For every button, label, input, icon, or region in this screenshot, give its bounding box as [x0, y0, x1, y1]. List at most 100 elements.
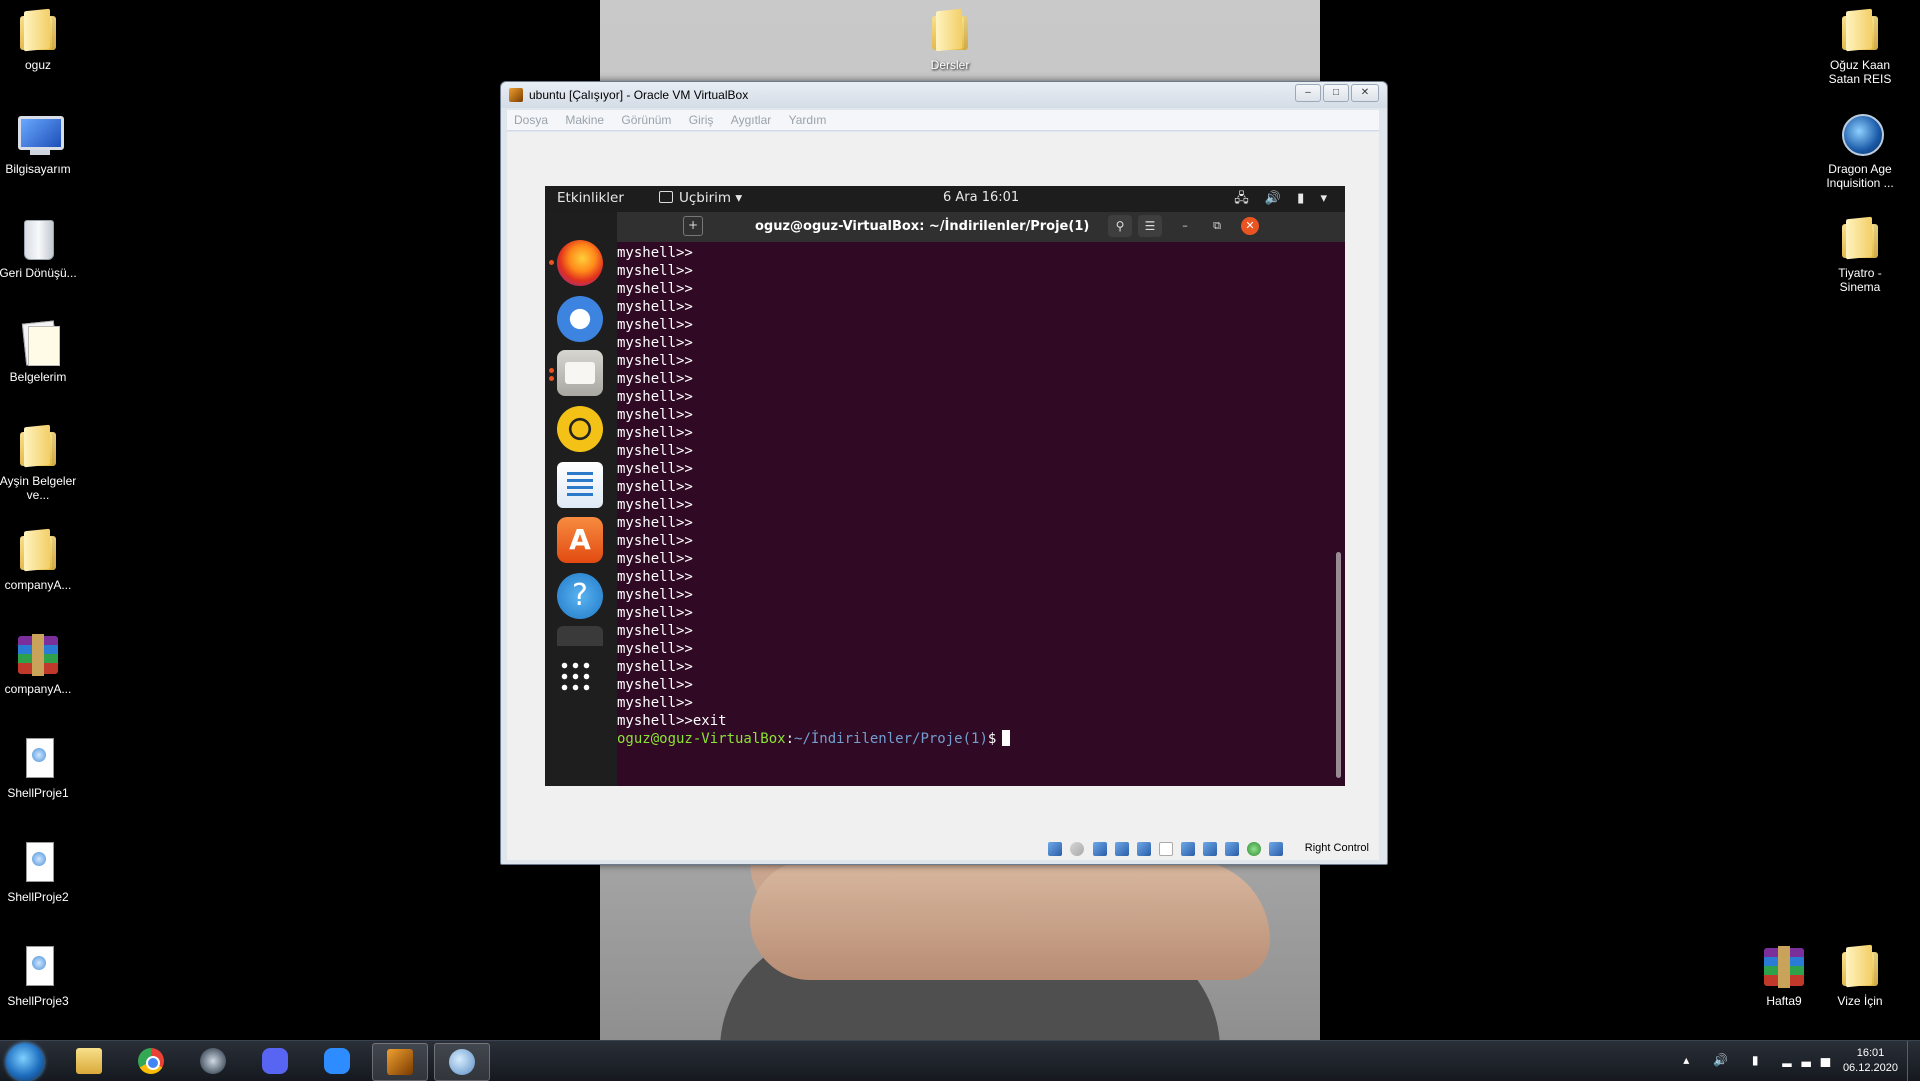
- wallpaper-arm: [750, 860, 1270, 980]
- taskbar-time: 16:01: [1856, 1047, 1885, 1059]
- desktop-icon-hafta9[interactable]: Hafta9: [1744, 942, 1824, 1008]
- window-titlebar[interactable]: ubuntu [Çalışıyor] - Oracle VM VirtualBo…: [501, 82, 1387, 108]
- terminal-line: myshell>>: [617, 587, 693, 603]
- network-icon[interactable]: [1114, 842, 1129, 856]
- mouse-integration-icon[interactable]: [1224, 842, 1239, 856]
- desktop-icon-dersler[interactable]: Dersler: [910, 6, 990, 72]
- virtualbox-icon: [387, 1049, 413, 1075]
- desktop-icon-dragon-age[interactable]: Dragon Age Inquisition ...: [1820, 110, 1900, 190]
- desktop-icon-companya-folder[interactable]: companyA...: [0, 526, 78, 592]
- window-title: ubuntu [Çalışıyor] - Oracle VM VirtualBo…: [529, 88, 749, 102]
- terminal-line: myshell>>: [617, 407, 693, 423]
- prompt-user: oguz@oguz-VirtualBox: [617, 731, 786, 747]
- host-key-label: Right Control: [1304, 842, 1369, 854]
- firefox-icon[interactable]: [557, 240, 603, 286]
- minimize-icon[interactable]: –: [1176, 217, 1194, 235]
- prompt-symbol: $: [987, 731, 997, 747]
- desktop-icon-shellproje1[interactable]: ShellProje1: [0, 734, 78, 800]
- activities-button[interactable]: Etkinlikler: [557, 190, 624, 206]
- shared-folders-icon[interactable]: [1158, 842, 1173, 856]
- host-key-icon[interactable]: [1269, 842, 1283, 856]
- menu-dosya[interactable]: Dosya: [507, 110, 555, 127]
- rhythmbox-icon[interactable]: [557, 406, 603, 452]
- terminal-line: myshell>>: [617, 569, 693, 585]
- desktop-icon-oguz-kaan[interactable]: Oğuz Kaan Satan REIS: [1820, 6, 1900, 86]
- taskbar-discord[interactable]: [248, 1043, 302, 1079]
- usb-icon[interactable]: [1136, 842, 1151, 856]
- show-applications-icon[interactable]: [559, 660, 593, 694]
- start-button[interactable]: [6, 1043, 44, 1081]
- desktop-icon-companya-archive[interactable]: companyA...: [0, 630, 78, 696]
- top-bar-clock[interactable]: 6 Ara 16:01: [943, 190, 1019, 205]
- menu-aygitlar[interactable]: Aygıtlar: [724, 110, 778, 127]
- taskbar-chrome[interactable]: [124, 1043, 178, 1079]
- storage-icon[interactable]: [1048, 842, 1063, 856]
- desktop-icon-oguz[interactable]: oguz: [0, 6, 78, 72]
- terminal-line: myshell>>: [617, 353, 693, 369]
- thunderbird-icon[interactable]: [557, 296, 603, 342]
- maximize-button[interactable]: □: [1323, 84, 1349, 102]
- cpu-activity-icon[interactable]: [1246, 842, 1261, 856]
- terminal-lines: myshell>> myshell>> myshell>> myshell>> mysh…: [617, 244, 1011, 748]
- notification-area[interactable]: ▴ 🔊 ▮ ▂▃▅: [1683, 1053, 1840, 1067]
- taskbar-clock[interactable]: 16:01 06.12.2020: [1843, 1046, 1898, 1076]
- app-menu-terminal[interactable]: Uçbirim ▾: [659, 190, 742, 206]
- folder-icon: [1836, 214, 1884, 262]
- terminal-prompt-line[interactable]: oguz@oguz-VirtualBox:~/İndirilenler/Proj…: [617, 730, 1011, 748]
- terminal-icon[interactable]: [557, 626, 603, 646]
- terminal-line: myshell>>: [617, 479, 693, 495]
- terminal-line: myshell>>: [617, 371, 693, 387]
- libreoffice-writer-icon[interactable]: [557, 462, 603, 508]
- virtualbox-window[interactable]: ubuntu [Çalışıyor] - Oracle VM VirtualBo…: [500, 81, 1388, 865]
- close-button[interactable]: ✕: [1351, 84, 1379, 102]
- minimize-button[interactable]: –: [1295, 84, 1321, 102]
- steam-icon: [200, 1048, 226, 1074]
- folder-icon: [14, 422, 62, 470]
- system-tray-menu[interactable]: 🖧 🔊 ▮ ▾: [1234, 189, 1333, 211]
- terminal-scrollbar[interactable]: [1336, 552, 1341, 778]
- close-icon[interactable]: ✕: [1241, 217, 1259, 235]
- desktop-icon-documents[interactable]: Belgelerim: [0, 318, 78, 384]
- taskbar-virtualbox[interactable]: [372, 1043, 428, 1081]
- terminal-headerbar[interactable]: + oguz@oguz-VirtualBox: ~/İndirilenler/P…: [617, 212, 1345, 242]
- menu-giris[interactable]: Giriş: [682, 110, 721, 127]
- desktop-icon-recycle-bin[interactable]: Geri Dönüşü...: [0, 214, 78, 280]
- ubuntu-guest-screen[interactable]: Etkinlikler Uçbirim ▾ 6 Ara 16:01 🖧 🔊 ▮ …: [545, 186, 1345, 786]
- taskbar-zoom[interactable]: [310, 1043, 364, 1079]
- software-store-icon[interactable]: A: [557, 517, 603, 563]
- files-icon[interactable]: [557, 350, 603, 396]
- terminal-line: myshell>>: [617, 641, 693, 657]
- help-icon[interactable]: ?: [557, 573, 603, 619]
- zoom-icon: [324, 1048, 350, 1074]
- terminal-output[interactable]: myshell>> myshell>> myshell>> myshell>> mysh…: [617, 242, 1345, 786]
- terminal-line: myshell>>: [617, 281, 693, 297]
- desktop-icon-shellproje2[interactable]: ShellProje2: [0, 838, 78, 904]
- desktop-icon-label: Hafta9: [1766, 994, 1802, 1008]
- desktop-icon-shellproje3[interactable]: ShellProje3: [0, 942, 78, 1008]
- desktop-icon-aysin-belgeler[interactable]: Ayşin Belgeler ve...: [0, 422, 78, 502]
- audio-icon[interactable]: [1092, 842, 1107, 856]
- folder-icon: [1836, 6, 1884, 54]
- menu-gorunum[interactable]: Görünüm: [614, 110, 678, 127]
- terminal-line: myshell>>: [617, 245, 693, 261]
- show-desktop-button[interactable]: [1907, 1041, 1920, 1081]
- optical-drive-icon[interactable]: [1070, 842, 1085, 856]
- new-tab-button[interactable]: +: [683, 216, 703, 236]
- video-capture-icon[interactable]: [1202, 842, 1217, 856]
- game-icon: [449, 1049, 475, 1075]
- menu-yardim[interactable]: Yardım: [782, 110, 834, 127]
- folder-icon: [926, 6, 974, 54]
- search-icon[interactable]: ⚲: [1108, 215, 1132, 237]
- running-indicator: [549, 368, 554, 373]
- restore-icon[interactable]: ⧉: [1208, 217, 1226, 235]
- menu-makine[interactable]: Makine: [558, 110, 611, 127]
- taskbar-explorer[interactable]: [62, 1043, 116, 1079]
- display-icon[interactable]: [1180, 842, 1195, 856]
- taskbar-game[interactable]: [434, 1043, 490, 1081]
- hamburger-menu-icon[interactable]: ☰: [1138, 215, 1162, 237]
- running-indicator: [549, 376, 554, 381]
- desktop-icon-computer[interactable]: Bilgisayarım: [0, 110, 78, 176]
- desktop-icon-tiyatro-sinema[interactable]: Tiyatro - Sinema: [1820, 214, 1900, 294]
- taskbar-steam[interactable]: [186, 1043, 240, 1079]
- desktop-icon-vize-icin[interactable]: Vize İçin: [1820, 942, 1900, 1008]
